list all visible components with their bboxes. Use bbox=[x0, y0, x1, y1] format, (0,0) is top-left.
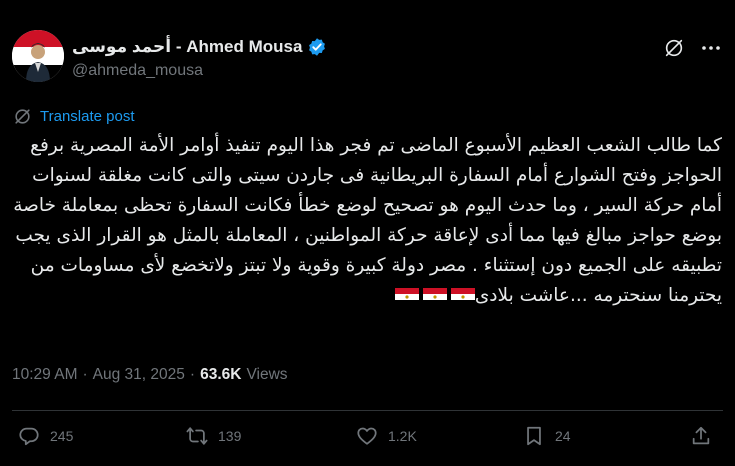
like-button[interactable]: 1.2K bbox=[356, 425, 417, 447]
egypt-flag-icon bbox=[394, 286, 419, 304]
views-count: 63.6K bbox=[200, 366, 242, 383]
heart-icon bbox=[357, 427, 377, 445]
like-count: 1.2K bbox=[388, 428, 417, 444]
action-bar: 245 139 1.2K 24 bbox=[18, 425, 718, 455]
verified-badge-icon bbox=[309, 38, 326, 56]
repost-count: 139 bbox=[218, 428, 242, 444]
translate-post-link[interactable]: Translate post bbox=[13, 107, 135, 126]
meta-separator: · bbox=[82, 366, 88, 383]
post-date[interactable]: Aug 31, 2025 bbox=[93, 366, 185, 384]
reply-button[interactable]: 245 bbox=[18, 425, 73, 447]
share-icon bbox=[692, 426, 710, 445]
post-text: كما طالب الشعب العظيم الأسبوع الماضى تم … bbox=[13, 135, 722, 306]
egypt-flag-icon bbox=[422, 286, 447, 304]
meta-separator: · bbox=[189, 366, 196, 383]
egypt-flag-icon bbox=[450, 286, 475, 304]
grok-translate-icon bbox=[15, 109, 30, 124]
views-label: Views bbox=[246, 366, 288, 383]
flag-emojis bbox=[394, 286, 475, 304]
post-header: أحمد موسى - Ahmed Mousa @ahmeda_mousa bbox=[12, 30, 723, 82]
author-display-name[interactable]: أحمد موسى - Ahmed Mousa bbox=[72, 37, 302, 57]
author-handle[interactable]: @ahmeda_mousa bbox=[72, 62, 203, 80]
divider bbox=[12, 410, 723, 411]
reply-icon bbox=[19, 427, 39, 446]
translate-post-label[interactable]: Translate post bbox=[40, 108, 135, 125]
author-name-row[interactable]: أحمد موسى - Ahmed Mousa bbox=[72, 37, 327, 57]
post-body: كما طالب الشعب العظيم الأسبوع الماضى تم … bbox=[12, 131, 722, 311]
bookmark-count: 24 bbox=[555, 428, 571, 444]
bookmark-icon bbox=[527, 426, 541, 446]
avatar[interactable] bbox=[12, 30, 64, 82]
grok-icon[interactable] bbox=[663, 37, 685, 59]
more-options-icon[interactable] bbox=[699, 36, 723, 60]
avatar-image bbox=[12, 30, 64, 82]
repost-icon bbox=[186, 427, 208, 445]
repost-button[interactable]: 139 bbox=[186, 425, 241, 447]
share-button[interactable] bbox=[690, 425, 712, 447]
bookmark-button[interactable]: 24 bbox=[523, 425, 571, 447]
post-meta: 10:29 AM · Aug 31, 2025 · 63.6K Views bbox=[12, 366, 288, 384]
post-time[interactable]: 10:29 AM bbox=[12, 366, 78, 384]
reply-count: 245 bbox=[50, 428, 74, 444]
